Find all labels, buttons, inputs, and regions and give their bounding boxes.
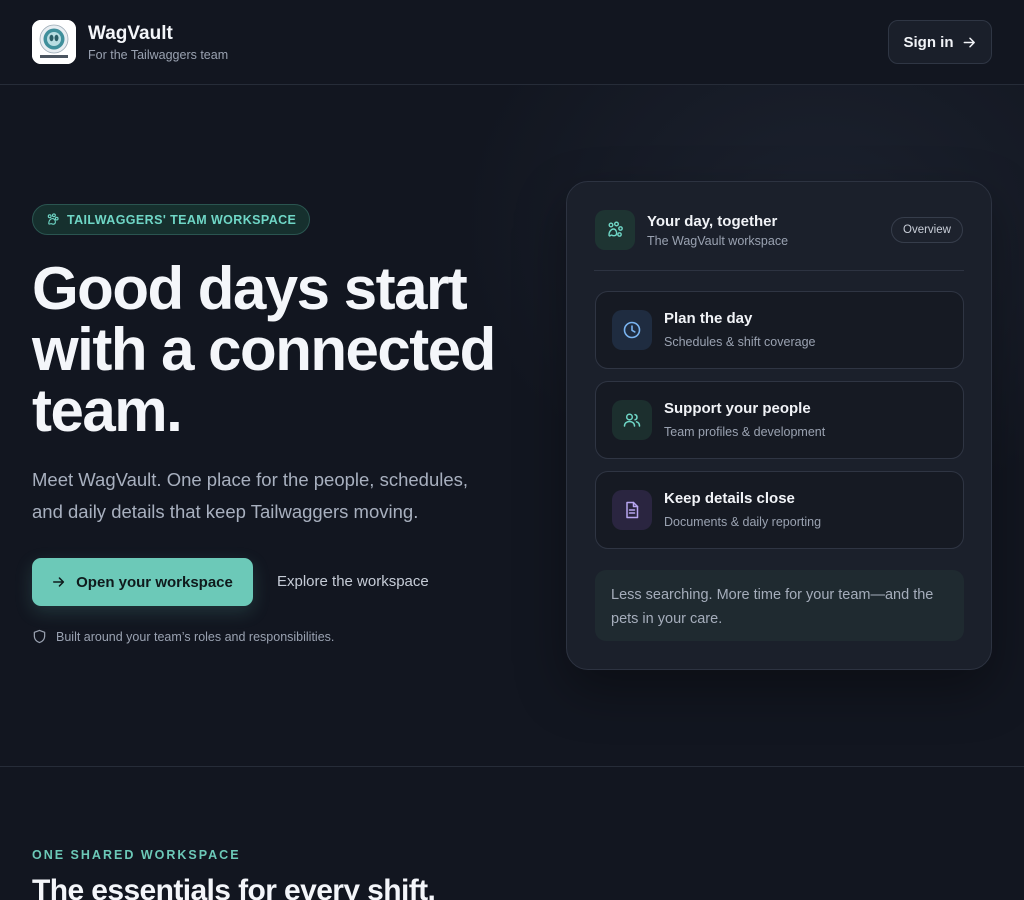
feature-keep-details-close[interactable]: Keep details close Documents & daily rep… bbox=[595, 471, 964, 549]
card-quote: Less searching. More time for your team—… bbox=[595, 570, 964, 641]
document-icon bbox=[626, 501, 639, 519]
feature-icon-box bbox=[612, 310, 652, 350]
card-quote-line: Less searching. More time for your team—… bbox=[611, 587, 934, 603]
hero-description-line: Meet WagVault. One place for the people,… bbox=[32, 469, 469, 490]
top-header: WagVault For the Tailwaggers team Sign i… bbox=[0, 0, 1024, 85]
arrow-right-icon bbox=[963, 37, 975, 47]
card-quote-line: pets in your care. bbox=[611, 611, 723, 627]
sign-in-label: Sign in bbox=[903, 33, 954, 51]
hero-title-line: Good days start bbox=[32, 255, 468, 322]
brand-name: WagVault bbox=[88, 23, 173, 44]
brand-tagline: For the Tailwaggers team bbox=[88, 48, 229, 62]
shield-icon bbox=[33, 629, 46, 644]
paw-icon bbox=[608, 221, 623, 237]
section-eyebrow: ONE SHARED WORKSPACE bbox=[32, 848, 241, 862]
hero-title-line: team. bbox=[32, 377, 183, 444]
feature-title: Support your people bbox=[664, 400, 811, 417]
open-workspace-button[interactable]: Open your workspace bbox=[32, 558, 253, 606]
feature-plan-the-day[interactable]: Plan the day Schedules & shift coverage bbox=[595, 291, 964, 369]
feature-icon-box bbox=[612, 400, 652, 440]
feature-support-your-people[interactable]: Support your people Team profiles & deve… bbox=[595, 381, 964, 459]
hero-title-line: with a connected bbox=[32, 316, 496, 383]
hero-description: Meet WagVault. One place for the people,… bbox=[32, 464, 512, 528]
feature-title: Keep details close bbox=[664, 490, 795, 507]
explore-workspace-link[interactable]: Explore the workspace bbox=[277, 573, 429, 590]
brand-logo[interactable] bbox=[32, 20, 76, 64]
open-workspace-label: Open your workspace bbox=[76, 573, 233, 591]
feature-subtitle: Documents & daily reporting bbox=[664, 515, 822, 529]
roles-note: Built around your team’s roles and respo… bbox=[32, 629, 334, 644]
workspace-card: Your day, together The WagVault workspac… bbox=[566, 181, 992, 670]
users-icon bbox=[623, 413, 641, 427]
workspace-pill-label: TAILWAGGERS' TEAM WORKSPACE bbox=[67, 212, 297, 227]
roles-note-text: Built around your team’s roles and respo… bbox=[56, 629, 335, 644]
sign-in-button[interactable]: Sign in bbox=[888, 20, 992, 64]
section-title: The essentials for every shift. bbox=[32, 874, 436, 900]
paw-icon bbox=[47, 213, 59, 225]
section-divider bbox=[0, 766, 1024, 767]
card-divider bbox=[594, 270, 964, 271]
arrow-right-icon bbox=[53, 577, 65, 587]
hero-description-line: and daily details that keep Tailwaggers … bbox=[32, 501, 419, 522]
clock-icon bbox=[623, 321, 641, 339]
logo-emblem-icon bbox=[32, 20, 76, 64]
feature-subtitle: Team profiles & development bbox=[664, 425, 826, 439]
feature-subtitle: Schedules & shift coverage bbox=[664, 335, 816, 349]
hero-title: Good days start with a connected team. bbox=[32, 258, 532, 441]
workspace-pill: TAILWAGGERS' TEAM WORKSPACE bbox=[32, 204, 311, 235]
feature-title: Plan the day bbox=[664, 310, 753, 327]
feature-icon-box bbox=[612, 490, 652, 530]
overview-badge[interactable]: Overview bbox=[891, 217, 963, 243]
card-subtitle: The WagVault workspace bbox=[647, 234, 789, 248]
card-title: Your day, together bbox=[647, 213, 778, 230]
card-header-icon-box bbox=[595, 210, 635, 250]
